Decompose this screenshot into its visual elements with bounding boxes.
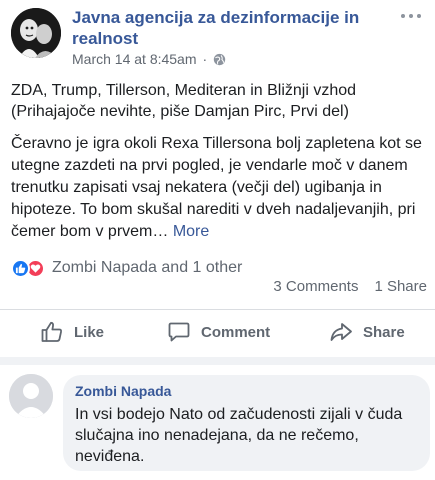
see-more-link[interactable]: More <box>173 223 209 240</box>
page-avatar[interactable] <box>11 8 61 58</box>
page-name[interactable]: Javna agencija za dezinformacije in real… <box>72 7 392 49</box>
share-icon <box>330 323 352 341</box>
comment-text: In vsi bodejo Nato od začudenosti zijali… <box>75 406 403 465</box>
commenter-avatar[interactable] <box>9 374 53 418</box>
like-label: Like <box>74 323 105 341</box>
like-button[interactable]: Like <box>40 320 104 344</box>
section-separator <box>0 357 435 365</box>
post-timestamp[interactable]: March 14 at 8:45am <box>72 51 197 67</box>
action-bar: Like Comment Share <box>0 310 435 356</box>
post-header: Javna agencija za dezinformacije in real… <box>0 0 435 70</box>
comment-author[interactable]: Zombi Napada <box>75 382 418 400</box>
shares-count[interactable]: 1 Share <box>374 278 427 295</box>
share-button[interactable]: Share <box>329 320 405 344</box>
post-stats: 3 Comments 1 Share <box>273 278 427 295</box>
more-options-icon[interactable] <box>401 14 421 22</box>
post-body-text: Čeravno je igra okoli Rexa Tillersona bo… <box>11 135 422 240</box>
post-meta: March 14 at 8:45am · <box>72 51 226 67</box>
share-label: Share <box>363 323 405 341</box>
post-title: ZDA, Trump, Tillerson, Mediteran in Bliž… <box>11 82 357 120</box>
comment-icon <box>168 322 190 342</box>
like-icon <box>41 321 62 342</box>
globe-icon <box>214 53 226 65</box>
reactions-text: Zombi Napada and 1 other <box>52 259 243 276</box>
comment-button[interactable]: Comment <box>167 320 270 344</box>
comments-count[interactable]: 3 Comments <box>273 278 358 295</box>
comment-bubble: Zombi Napada In vsi bodejo Nato od začud… <box>63 375 430 471</box>
reactions-summary[interactable]: Zombi Napada and 1 other <box>11 257 242 279</box>
post-body: Čeravno je igra okoli Rexa Tillersona bo… <box>11 133 426 243</box>
like-reaction-icon <box>11 258 30 278</box>
comment-label: Comment <box>201 323 271 341</box>
